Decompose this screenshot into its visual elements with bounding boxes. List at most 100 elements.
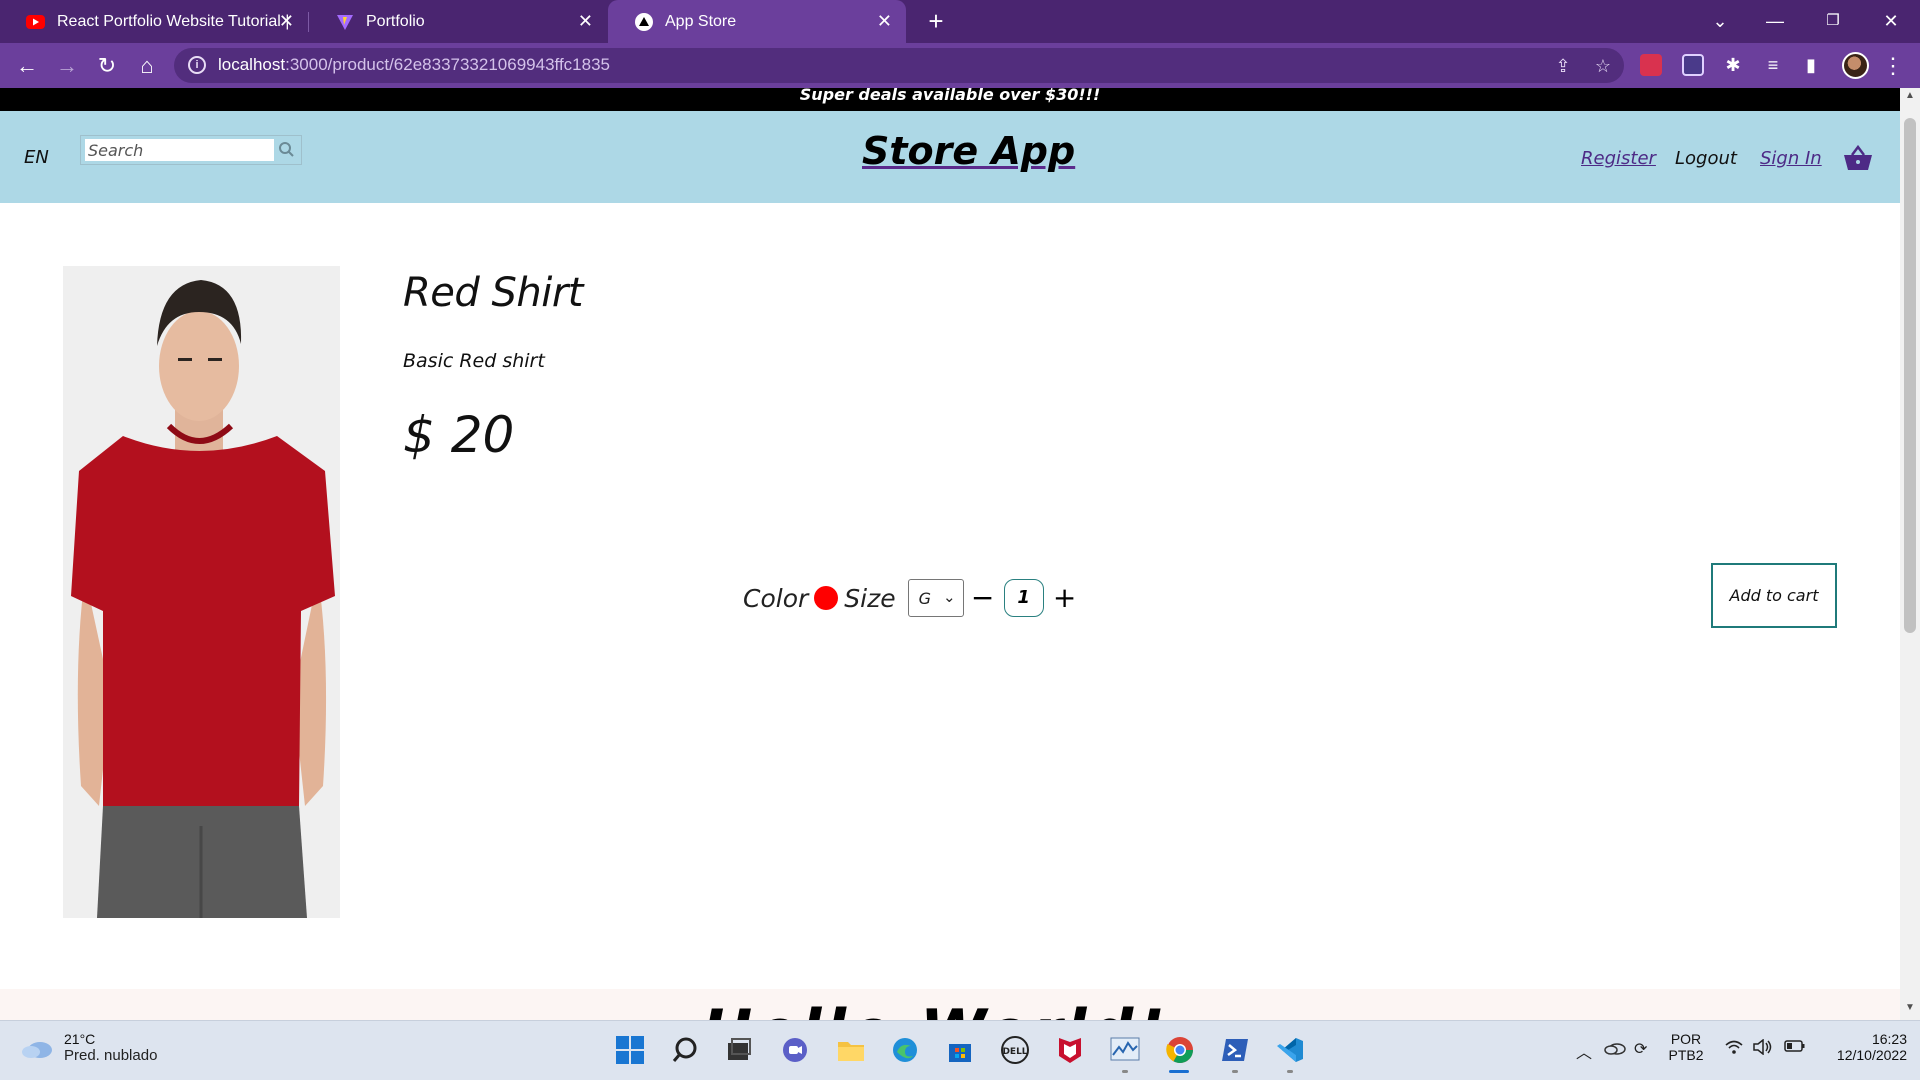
windows-start-icon[interactable]: [613, 1033, 647, 1067]
site-navbar: EN Store App Register Logout Sign In: [0, 111, 1900, 203]
performance-monitor-icon[interactable]: [1108, 1033, 1142, 1067]
file-explorer-icon[interactable]: [834, 1033, 868, 1067]
new-tab-button[interactable]: +: [922, 8, 950, 36]
clock-time: 16:23: [1871, 1031, 1907, 1047]
mcafee-icon[interactable]: [1053, 1033, 1087, 1067]
chevron-down-icon: ⌄: [943, 588, 956, 606]
url-text: localhost:3000/product/62e83373321069943…: [218, 55, 610, 74]
size-select[interactable]: G ⌄: [907, 579, 964, 617]
onedrive-cloud-icon[interactable]: [1604, 1041, 1626, 1060]
color-swatch-red[interactable]: [814, 586, 839, 610]
forward-icon[interactable]: →: [52, 51, 82, 81]
search-container: [80, 135, 302, 165]
search-icon[interactable]: [277, 140, 297, 160]
tab-title: Portfolio: [366, 12, 425, 30]
tab-app-store[interactable]: App Store ✕: [608, 0, 906, 43]
youtube-icon: [26, 12, 45, 31]
weather-description: Pred. nublado: [64, 1047, 158, 1064]
add-to-cart-button[interactable]: Add to cart: [1711, 563, 1837, 628]
scrollbar-thumb[interactable]: [1904, 118, 1916, 633]
increase-quantity-button[interactable]: +: [1052, 584, 1078, 612]
newsletter-section: Hello World!: [0, 989, 1900, 1020]
browser-toolbar: ← → ↻ ⌂ i localhost:3000/product/62e8337…: [0, 43, 1920, 88]
close-tab-icon[interactable]: ✕: [578, 12, 593, 30]
profile-avatar[interactable]: [1842, 52, 1869, 79]
browser-menu-icon[interactable]: ⋮: [1882, 52, 1904, 79]
shopping-basket-icon[interactable]: [1843, 145, 1873, 171]
tab-title: React Portfolio Website Tutorial |: [57, 12, 290, 30]
page-viewport: Super deals available over $30!!! EN Sto…: [0, 88, 1900, 1020]
running-indicator: [1287, 1070, 1293, 1073]
decrease-quantity-button[interactable]: −: [970, 584, 996, 612]
input-language-bottom: PTB2: [1668, 1047, 1704, 1063]
logout-link[interactable]: Logout: [1675, 148, 1737, 169]
product-description: Basic Red shirt: [403, 350, 545, 372]
edge-browser-icon[interactable]: [888, 1033, 922, 1067]
cloud-icon: [22, 1041, 52, 1058]
language-label: EN: [24, 147, 49, 168]
powershell-icon[interactable]: [1218, 1033, 1252, 1067]
media-controls-icon[interactable]: ≡: [1762, 54, 1784, 76]
product-options: Color Size G ⌄ − 1 +: [743, 578, 1078, 618]
clock[interactable]: 16:23 12/10/2022: [1815, 1031, 1907, 1063]
restore-button[interactable]: ❐: [1818, 6, 1848, 36]
dell-icon[interactable]: DELL: [998, 1033, 1032, 1067]
search-input[interactable]: [85, 139, 274, 161]
page-scrollbar[interactable]: ▲ ▼: [1900, 88, 1920, 1020]
announcement-bar: Super deals available over $30!!!: [0, 88, 1900, 111]
scroll-up-icon[interactable]: ▲: [1905, 90, 1915, 101]
volume-icon[interactable]: [1752, 1038, 1774, 1060]
sync-icon[interactable]: ⟳: [1634, 1039, 1647, 1059]
share-icon[interactable]: ⇪: [1552, 55, 1574, 77]
bookmark-star-icon[interactable]: ☆: [1592, 55, 1614, 77]
browser-tab-strip: React Portfolio Website Tutorial | ✕ Por…: [0, 0, 1920, 43]
tab-title: App Store: [665, 12, 737, 30]
close-window-button[interactable]: ✕: [1876, 6, 1906, 36]
vite-icon: [335, 12, 354, 31]
app-icon: [634, 12, 653, 31]
side-panel-icon[interactable]: ▮: [1800, 54, 1822, 76]
minimize-button[interactable]: —: [1760, 6, 1790, 36]
home-icon[interactable]: ⌂: [132, 51, 162, 81]
site-info-icon[interactable]: i: [188, 56, 206, 74]
task-view-icon[interactable]: [722, 1033, 756, 1067]
product-image: [63, 266, 340, 918]
show-hidden-icons-chevron-icon[interactable]: ︿: [1576, 1039, 1592, 1063]
chrome-icon[interactable]: [1163, 1033, 1197, 1067]
size-label: Size: [844, 583, 896, 613]
wifi-icon[interactable]: [1724, 1039, 1744, 1060]
register-link[interactable]: Register: [1581, 148, 1656, 169]
size-selected-value: G: [918, 588, 932, 608]
close-tab-icon[interactable]: ✕: [877, 12, 892, 30]
weather-temp: 21°C: [64, 1031, 96, 1047]
tab-search-icon[interactable]: ⌄: [1705, 6, 1735, 36]
tab-portfolio[interactable]: Portfolio ✕: [309, 0, 607, 43]
input-language[interactable]: POR PTB2: [1665, 1031, 1707, 1063]
product-title: Red Shirt: [403, 270, 584, 316]
quantity-value: 1: [1003, 579, 1044, 617]
back-icon[interactable]: ←: [12, 51, 42, 81]
address-bar[interactable]: i localhost:3000/product/62e833733210699…: [174, 48, 1624, 83]
extension-icon[interactable]: [1682, 54, 1704, 76]
vscode-icon[interactable]: [1273, 1033, 1307, 1067]
running-indicator: [1122, 1070, 1128, 1073]
running-indicator: [1232, 1070, 1238, 1073]
product-price: $ 20: [403, 406, 515, 464]
scroll-down-icon[interactable]: ▼: [1905, 1002, 1915, 1013]
teams-chat-icon[interactable]: [778, 1033, 812, 1067]
search-icon[interactable]: [668, 1033, 702, 1067]
site-logo[interactable]: Store App: [862, 129, 1075, 173]
extensions-puzzle-icon[interactable]: ✱: [1722, 54, 1744, 76]
battery-icon[interactable]: [1784, 1039, 1806, 1058]
svg-text:DELL: DELL: [1002, 1047, 1027, 1057]
signin-link[interactable]: Sign In: [1760, 148, 1822, 169]
tab-react-portfolio[interactable]: React Portfolio Website Tutorial | ✕: [0, 0, 308, 43]
weather-widget[interactable]: 21°C Pred. nublado: [20, 1031, 157, 1064]
microsoft-store-icon[interactable]: [943, 1033, 977, 1067]
active-app-indicator: [1169, 1070, 1189, 1073]
close-tab-icon[interactable]: ✕: [279, 12, 294, 30]
reload-icon[interactable]: ↻: [92, 51, 122, 81]
taskbar: 21°C Pred. nublado DELL ︿ ⟳ POR PTB2 16:…: [0, 1020, 1920, 1080]
pocket-extension-icon[interactable]: [1640, 54, 1662, 76]
clock-date: 12/10/2022: [1836, 1047, 1907, 1063]
